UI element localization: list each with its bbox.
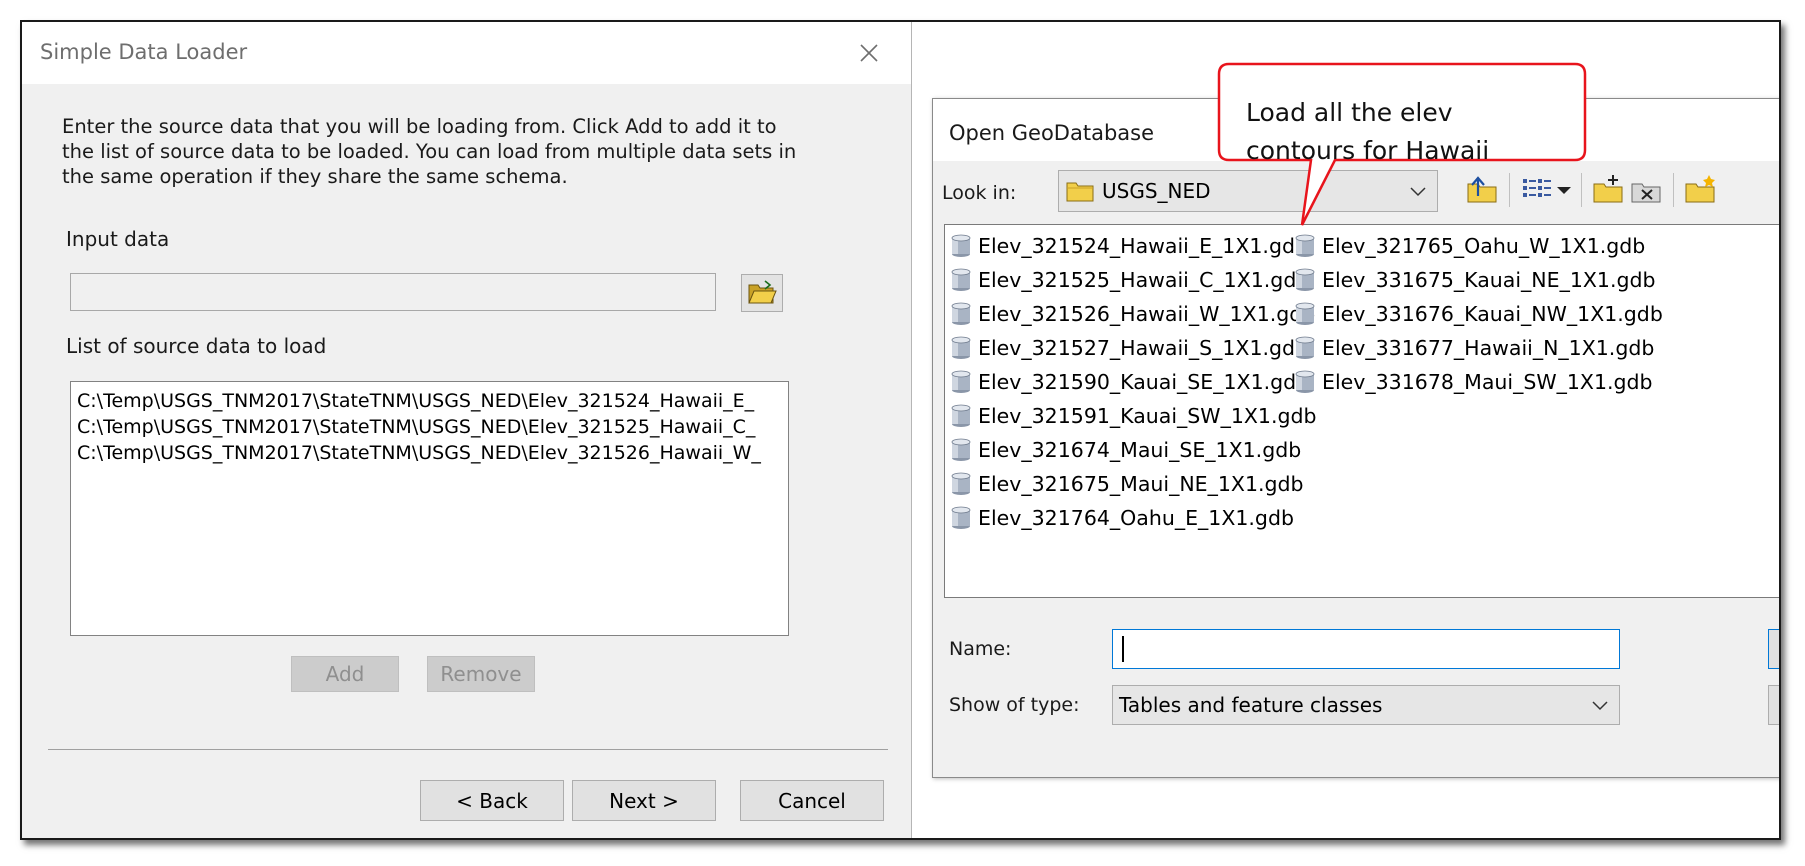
name-input[interactable] xyxy=(1112,629,1620,669)
geodatabase-icon xyxy=(1295,302,1315,325)
file-item[interactable]: Elev_321591_Kauai_SW_1X1.gdb xyxy=(949,399,1317,433)
file-name: Elev_331677_Hawaii_N_1X1.gdb xyxy=(1322,336,1655,360)
file-item[interactable]: Elev_321527_Hawaii_S_1X1.gdb xyxy=(949,331,1317,365)
file-name: Elev_321525_Hawaii_C_1X1.gdb xyxy=(978,268,1310,292)
file-item[interactable]: Elev_321590_Kauai_SE_1X1.gdb xyxy=(949,365,1317,399)
file-name: Elev_331675_Kauai_NE_1X1.gdb xyxy=(1322,268,1656,292)
geodatabase-icon xyxy=(951,302,971,325)
file-name: Elev_331676_Kauai_NW_1X1.gdb xyxy=(1322,302,1663,326)
callout-line: contours for Hawaii xyxy=(1246,136,1490,165)
back-button[interactable]: < Back xyxy=(420,780,564,821)
file-list[interactable]: Elev_321524_Hawaii_E_1X1.gdb Elev_321525… xyxy=(944,224,1779,598)
description-line: the same operation if they share the sam… xyxy=(62,165,568,188)
file-name: Elev_321526_Hawaii_W_1X1.gdb xyxy=(978,302,1316,326)
divider xyxy=(48,749,888,750)
description-line: Enter the source data that you will be l… xyxy=(62,115,777,138)
open-button[interactable] xyxy=(1768,629,1779,669)
list-item[interactable]: C:\Temp\USGS_TNM2017\StateTNM\USGS_NED\E… xyxy=(77,440,782,466)
file-item[interactable]: Elev_331675_Kauai_NE_1X1.gdb xyxy=(1293,263,1663,297)
geodatabase-icon xyxy=(1295,336,1315,359)
callout-line: Load all the elev xyxy=(1246,98,1453,127)
folder-icon xyxy=(1066,182,1094,202)
remove-button[interactable]: Remove xyxy=(427,656,535,692)
geodatabase-icon xyxy=(951,438,971,461)
file-name: Elev_331678_Maui_SW_1X1.gdb xyxy=(1322,370,1653,394)
callout-text: Load all the elev contours for Hawaii xyxy=(1246,94,1566,170)
close-icon[interactable] xyxy=(852,36,886,70)
text-caret xyxy=(1122,636,1124,662)
geodatabase-icon xyxy=(1295,370,1315,393)
show-of-type-dropdown[interactable]: Tables and feature classes xyxy=(1112,685,1620,725)
geodatabase-icon xyxy=(1295,268,1315,291)
sdl-titlebar: Simple Data Loader xyxy=(22,22,911,84)
file-item[interactable]: Elev_331677_Hawaii_N_1X1.gdb xyxy=(1293,331,1663,365)
geodatabase-icon xyxy=(951,472,971,495)
file-name: Elev_321675_Maui_NE_1X1.gdb xyxy=(978,472,1304,496)
file-item[interactable]: Elev_331678_Maui_SW_1X1.gdb xyxy=(1293,365,1663,399)
input-data-label: Input data xyxy=(66,227,170,251)
show-of-type-value: Tables and feature classes xyxy=(1119,693,1383,717)
list-item[interactable]: C:\Temp\USGS_TNM2017\StateTNM\USGS_NED\E… xyxy=(77,414,782,440)
connect-folder-icon[interactable] xyxy=(1591,172,1627,208)
geodatabase-icon xyxy=(951,506,971,529)
geodatabase-icon xyxy=(951,268,971,291)
disconnect-folder-icon[interactable] xyxy=(1629,172,1665,208)
screenshot-frame: Simple Data Loader Enter the source data… xyxy=(20,20,1781,840)
simple-data-loader-dialog: Simple Data Loader Enter the source data… xyxy=(22,22,912,838)
look-in-value: USGS_NED xyxy=(1102,179,1211,203)
file-item[interactable]: Elev_321675_Maui_NE_1X1.gdb xyxy=(949,467,1317,501)
next-button[interactable]: Next > xyxy=(572,780,716,821)
ogd-title: Open GeoDatabase xyxy=(949,121,1155,145)
geodatabase-icon xyxy=(951,404,971,427)
geodatabase-icon xyxy=(951,234,971,257)
geodatabase-icon xyxy=(951,336,971,359)
new-folder-icon[interactable] xyxy=(1683,172,1719,208)
geodatabase-icon xyxy=(951,370,971,393)
file-item[interactable]: Elev_321525_Hawaii_C_1X1.gdb xyxy=(949,263,1317,297)
toolbar-separator xyxy=(1673,173,1674,207)
file-name: Elev_321674_Maui_SE_1X1.gdb xyxy=(978,438,1302,462)
description-line: the list of source data to be loaded. Yo… xyxy=(62,140,797,163)
open-folder-icon xyxy=(748,280,777,304)
list-item[interactable]: C:\Temp\USGS_TNM2017\StateTNM\USGS_NED\E… xyxy=(77,388,782,414)
input-data-field[interactable] xyxy=(70,273,716,311)
sdl-title: Simple Data Loader xyxy=(40,40,248,64)
chevron-down-icon xyxy=(1592,701,1608,711)
show-of-type-label: Show of type: xyxy=(949,694,1080,716)
file-column: Elev_321524_Hawaii_E_1X1.gdb Elev_321525… xyxy=(949,229,1317,535)
file-item[interactable]: Elev_321674_Maui_SE_1X1.gdb xyxy=(949,433,1317,467)
file-item[interactable]: Elev_321764_Oahu_E_1X1.gdb xyxy=(949,501,1317,535)
cancel-button[interactable]: Cancel xyxy=(740,780,884,821)
name-label: Name: xyxy=(949,638,1012,660)
source-list-label: List of source data to load xyxy=(66,334,327,358)
source-data-list[interactable]: C:\Temp\USGS_TNM2017\StateTNM\USGS_NED\E… xyxy=(70,381,789,636)
file-name: Elev_321591_Kauai_SW_1X1.gdb xyxy=(978,404,1317,428)
file-name: Elev_321527_Hawaii_S_1X1.gdb xyxy=(978,336,1309,360)
look-in-label: Look in: xyxy=(942,182,1017,204)
add-button[interactable]: Add xyxy=(291,656,399,692)
sdl-description: Enter the source data that you will be l… xyxy=(62,114,862,189)
file-name: Elev_321764_Oahu_E_1X1.gdb xyxy=(978,506,1294,530)
browse-button[interactable] xyxy=(741,274,783,312)
file-item[interactable]: Elev_321526_Hawaii_W_1X1.gdb xyxy=(949,297,1317,331)
file-item[interactable]: Elev_331676_Kauai_NW_1X1.gdb xyxy=(1293,297,1663,331)
cancel-button[interactable] xyxy=(1768,685,1779,725)
file-name: Elev_321590_Kauai_SE_1X1.gdb xyxy=(978,370,1310,394)
